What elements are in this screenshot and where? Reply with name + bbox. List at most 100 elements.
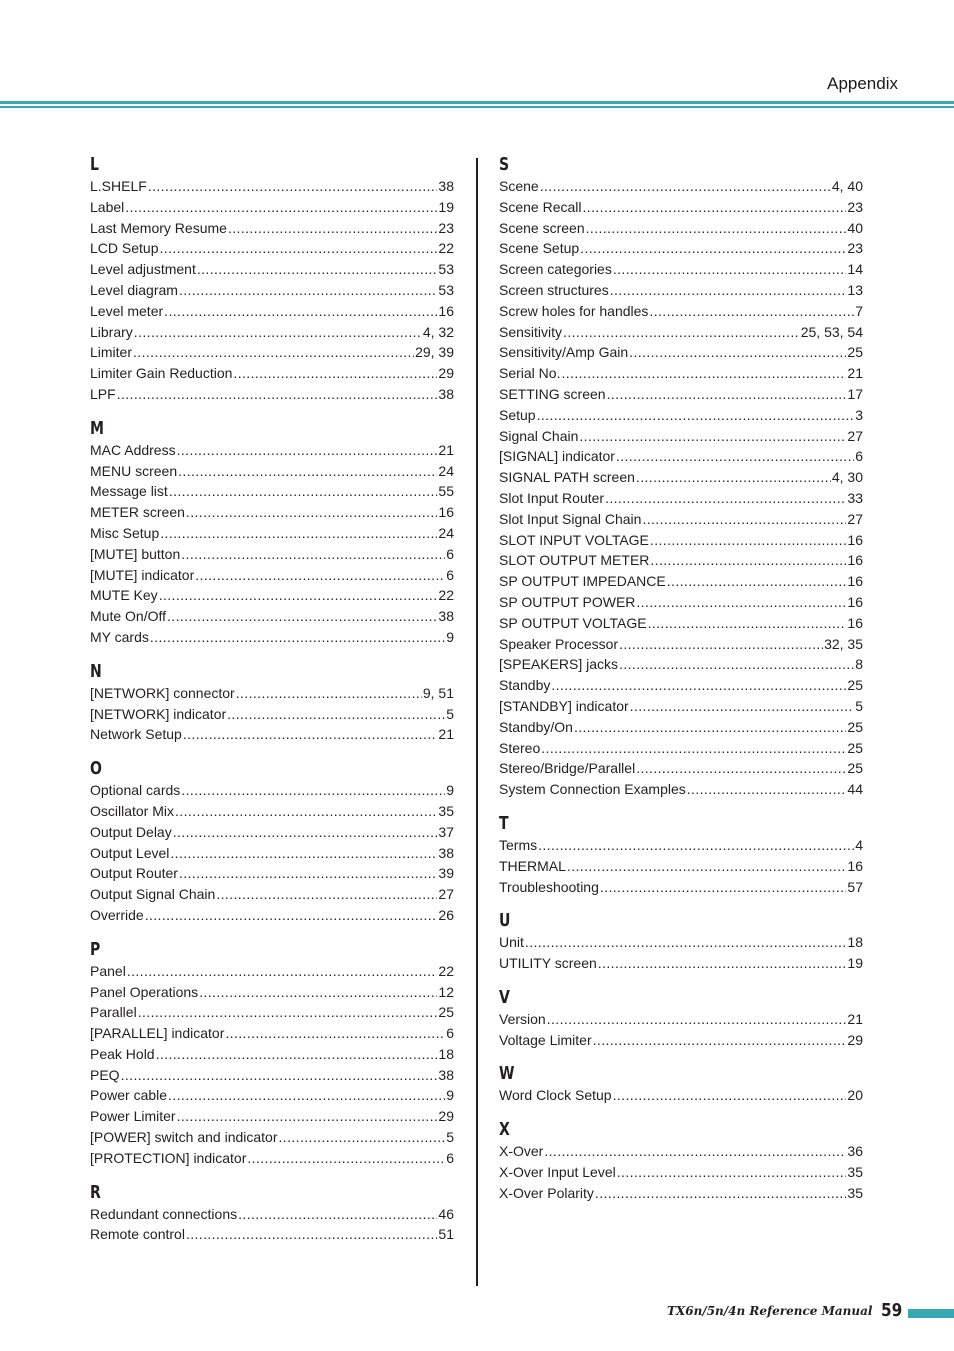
index-entry: Power cable 9 <box>90 1085 454 1106</box>
index-entry: SP OUTPUT VOLTAGE 16 <box>499 613 863 634</box>
index-entry: Signal Chain 27 <box>499 426 863 447</box>
entry-term: Slot Input Router <box>499 489 605 506</box>
dot-leader <box>145 905 438 926</box>
entry-pages: 6 <box>446 545 454 562</box>
entry-term: [NETWORK] connector <box>90 684 235 701</box>
entry-term: MUTE Key <box>90 587 158 604</box>
entry-pages: 18 <box>847 934 863 951</box>
dot-leader <box>607 384 847 405</box>
dot-leader <box>225 1023 445 1044</box>
dot-leader <box>197 259 438 280</box>
index-section-o: O Optional cards 9 Oscillator Mix 35 Output D… <box>90 758 454 926</box>
entry-term: Output Delay <box>90 823 172 840</box>
entry-term: SLOT OUTPUT METER <box>499 552 650 569</box>
dot-leader <box>580 238 846 259</box>
entry-term: Voltage Limiter <box>499 1031 592 1048</box>
dot-leader <box>617 1162 847 1183</box>
index-entry: Peak Hold 18 <box>90 1044 454 1065</box>
entry-pages: 16 <box>847 552 863 569</box>
dot-leader <box>247 1148 445 1169</box>
index-entry: Screw holes for handles 7 <box>499 301 863 322</box>
entry-pages: 6 <box>855 448 863 465</box>
dot-leader <box>610 280 847 301</box>
index-section-u: U Unit 18 UTILITY screen 19 <box>499 910 863 974</box>
entry-pages: 36 <box>847 1143 863 1160</box>
dot-leader <box>540 176 831 197</box>
entry-pages: 7 <box>855 302 863 319</box>
entry-term: Remote control <box>90 1226 185 1243</box>
index-entry: Parallel 25 <box>90 1002 454 1023</box>
entry-term: SP OUTPUT POWER <box>499 593 636 610</box>
entry-term: SP OUTPUT IMPEDANCE <box>499 573 666 590</box>
entry-term: [SPEAKERS] jacks <box>499 656 619 673</box>
entry-pages: 17 <box>847 385 863 402</box>
dot-leader <box>579 426 846 447</box>
index-section-l: L L.SHELF 38 Label 19 Last Memory Resume 23 LCD… <box>90 154 454 405</box>
dot-leader <box>183 724 438 745</box>
dot-leader <box>593 1030 847 1051</box>
entry-term: Sensitivity/Amp Gain <box>499 344 629 361</box>
entry-pages: 23 <box>847 198 863 215</box>
dot-leader <box>547 1009 847 1030</box>
index-section-w: W Word Clock Setup 20 <box>499 1063 863 1106</box>
entry-pages: 6 <box>446 1025 454 1042</box>
dot-leader <box>233 363 437 384</box>
entry-pages: 55 <box>438 483 454 500</box>
entry-term: [POWER] switch and indicator <box>90 1129 278 1146</box>
manual-title: TX6n/5n/4n Reference Manual <box>667 1304 873 1318</box>
entry-term: Parallel <box>90 1004 137 1021</box>
entry-term: SP OUTPUT VOLTAGE <box>499 614 647 631</box>
dot-leader <box>649 301 854 322</box>
entry-term: [SIGNAL] indicator <box>499 448 615 465</box>
index-entry: Level diagram 53 <box>90 280 454 301</box>
index-entry: [STANDBY] indicator 5 <box>499 696 863 717</box>
dot-leader <box>164 301 437 322</box>
entry-term: X-Over <box>499 1143 544 1160</box>
entry-pages: 25 <box>847 739 863 756</box>
dot-leader <box>600 877 847 898</box>
page-number: 59 <box>881 1300 903 1321</box>
index-entry: Word Clock Setup 20 <box>499 1085 863 1106</box>
index-entry: SLOT INPUT VOLTAGE 16 <box>499 530 863 551</box>
index-entry: Serial No. 21 <box>499 363 863 384</box>
entry-pages: 23 <box>847 240 863 257</box>
dot-leader <box>127 961 438 982</box>
index-entry: [POWER] switch and indicator 5 <box>90 1127 454 1148</box>
index-entry: SIGNAL PATH screen 4, 30 <box>499 467 863 488</box>
entry-term: SLOT INPUT VOLTAGE <box>499 531 649 548</box>
entry-pages: 16 <box>847 614 863 631</box>
entry-pages: 21 <box>847 1010 863 1027</box>
index-entry: Stereo 25 <box>499 738 863 759</box>
index-entry: SP OUTPUT IMPEDANCE 16 <box>499 571 863 592</box>
entry-pages: 24 <box>438 524 454 541</box>
entry-term: Redundant connections <box>90 1205 238 1222</box>
entry-pages: 24 <box>438 462 454 479</box>
entry-pages: 40 <box>847 219 863 236</box>
entry-pages: 6 <box>446 1149 454 1166</box>
index-entry: X-Over Polarity 35 <box>499 1183 863 1204</box>
dot-leader <box>636 467 831 488</box>
entry-term: Word Clock Setup <box>499 1087 612 1104</box>
index-entry: Terms 4 <box>499 835 863 856</box>
index-entry: UTILITY screen 19 <box>499 953 863 974</box>
entry-pages: 33 <box>847 489 863 506</box>
index-entry: Output Delay 37 <box>90 822 454 843</box>
dot-leader <box>167 606 437 627</box>
index-section-r: R Redundant connections 46 Remote control 51 <box>90 1182 454 1246</box>
entry-term: MY cards <box>90 628 149 645</box>
index-entry: METER screen 16 <box>90 502 454 523</box>
entry-pages: 18 <box>438 1045 454 1062</box>
dot-leader <box>181 544 445 565</box>
entry-term: Screen structures <box>499 281 609 298</box>
index-entry: Level meter 16 <box>90 301 454 322</box>
dot-leader <box>574 717 846 738</box>
index-entry: Standby/On 25 <box>499 717 863 738</box>
dot-leader <box>170 843 437 864</box>
dot-leader <box>173 822 438 843</box>
index-entry: Scene screen 40 <box>499 218 863 239</box>
section-letter: O <box>90 758 102 780</box>
dot-leader <box>138 1002 438 1023</box>
entry-term: [NETWORK] indicator <box>90 705 227 722</box>
entry-pages: 38 <box>438 385 454 402</box>
index-entry: SLOT OUTPUT METER 16 <box>499 550 863 571</box>
